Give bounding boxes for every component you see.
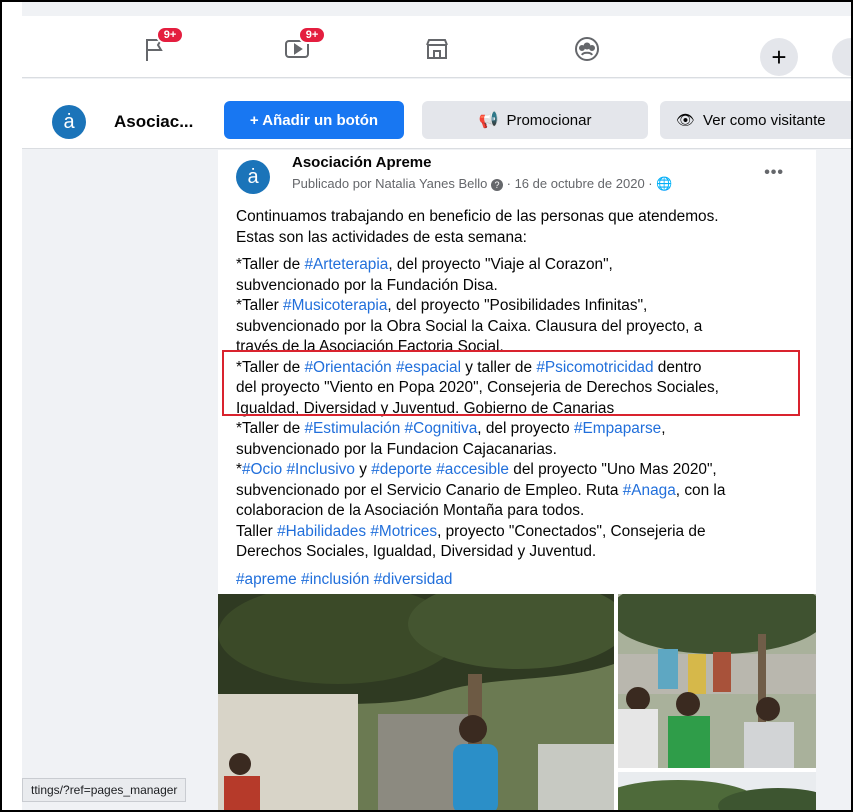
hashtag-link[interactable]: #Anaga [623, 482, 676, 499]
post-intro-1: Continuamos trabajando en beneficio de l… [236, 208, 719, 225]
hashtag-link[interactable]: #Estimulación [304, 420, 400, 437]
groups-icon[interactable] [570, 34, 604, 64]
post-author[interactable]: Asociación Apreme [292, 154, 432, 171]
browser-frame: 9+ 9+ + ȧ Asociac... + Añadir un botón 📢… [0, 0, 853, 812]
view-as-visitor-button[interactable]: 👁 Ver como visitante [660, 101, 851, 139]
post-line: Taller #Habilidades #Motrices, proyecto … [236, 522, 706, 540]
globe-icon: 🌐 [656, 176, 673, 191]
hashtag-link[interactable]: #Motrices [370, 523, 437, 540]
video-icon[interactable]: 9+ [280, 26, 326, 64]
hashtag-link[interactable]: #Ocio [242, 461, 282, 478]
hashtag-link[interactable]: #espacial [396, 359, 461, 376]
post-line: *Taller de #Arteterapia, del proyecto "V… [236, 256, 613, 273]
view-as-label: Ver como visitante [703, 111, 826, 129]
add-button-label: + Añadir un botón [249, 111, 379, 129]
add-button-button[interactable]: + Añadir un botón [224, 101, 404, 139]
hashtag-link[interactable]: #Empaparse [574, 420, 661, 437]
notification-badge: 9+ [156, 26, 184, 44]
post-line: través de la Asociación Factoria Social. [236, 338, 504, 355]
post-photo-secondary[interactable] [618, 594, 816, 768]
post-line: subvencionado por la Fundacion Cajacanar… [236, 440, 557, 458]
post-author-avatar[interactable]: ȧ [236, 160, 270, 194]
page-header-bar: ȧ Asociac... + Añadir un botón 📢 Promoci… [22, 79, 851, 149]
info-icon: ? [491, 179, 503, 191]
post-line: del proyecto "Viento en Popa 2020", Cons… [236, 379, 719, 396]
status-bar-url: ttings/?ref=pages_manager [22, 778, 187, 802]
post-photo-tertiary[interactable] [618, 772, 816, 810]
post-intro-2: Estas son las actividades de esta semana… [236, 228, 527, 246]
megaphone-icon: 📢 [478, 112, 499, 129]
hashtag-link[interactable]: #accesible [436, 461, 509, 478]
top-navigation: 9+ 9+ + [22, 16, 851, 78]
menu-button[interactable] [832, 38, 851, 76]
post-line: colaboracion de la Asociación Montaña pa… [236, 502, 585, 519]
post-meta-prefix: Publicado por Natalia Yanes Bello [292, 176, 488, 191]
post-line: *Taller de #Orientación #espacial y tall… [236, 358, 702, 376]
more-options-icon[interactable]: ••• [764, 164, 784, 182]
post-hashtags[interactable]: #apreme #inclusión #diversidad [236, 570, 808, 591]
post-line: subvencionado por el Servicio Canario de… [236, 481, 726, 499]
promote-label: Promocionar [506, 111, 592, 129]
create-plus-button[interactable]: + [760, 38, 798, 76]
left-gutter [2, 2, 22, 810]
hashtag-link[interactable]: #Arteterapia [304, 256, 388, 273]
marketplace-icon[interactable] [420, 34, 454, 64]
flag-icon[interactable]: 9+ [138, 26, 184, 64]
post-body: Continuamos trabajando en beneficio de l… [236, 207, 808, 590]
promote-button[interactable]: 📢 Promocionar [422, 101, 648, 139]
hashtag-link[interactable]: #Inclusivo [287, 461, 355, 478]
post-line: Derechos Sociales, Igualdad, Diversidad … [236, 543, 597, 560]
hashtag-link[interactable]: #Musicoterapia [283, 297, 387, 314]
post-date[interactable]: · 16 de octubre de 2020 · [507, 176, 653, 191]
hashtag-link[interactable]: #Psicomotricidad [536, 359, 653, 376]
hashtag-link[interactable]: #Habilidades [277, 523, 366, 540]
page-name[interactable]: Asociac... [114, 112, 193, 132]
post-line: subvencionado por la Fundación Disa. [236, 276, 498, 294]
notification-badge: 9+ [298, 26, 326, 44]
page-avatar[interactable]: ȧ [52, 105, 86, 139]
post-line: *Taller de #Estimulación #Cognitiva, del… [236, 420, 666, 437]
hashtag-link[interactable]: #Orientación [304, 359, 391, 376]
hashtag-link[interactable]: #Cognitiva [405, 420, 478, 437]
post-meta: Publicado por Natalia Yanes Bello ? · 16… [292, 176, 672, 192]
post-line: Igualdad, Diversidad y Juventud. Gobiern… [236, 399, 615, 417]
post-line: *Taller #Musicoterapia, del proyecto "Po… [236, 297, 648, 314]
post-line: subvencionado por la Obra Social la Caix… [236, 317, 703, 335]
post-photo-main[interactable] [218, 594, 614, 810]
eye-icon: 👁 [676, 112, 696, 129]
hashtag-link[interactable]: #deporte [371, 461, 432, 478]
post-line: *#Ocio #Inclusivo y #deporte #accesible … [236, 461, 717, 478]
